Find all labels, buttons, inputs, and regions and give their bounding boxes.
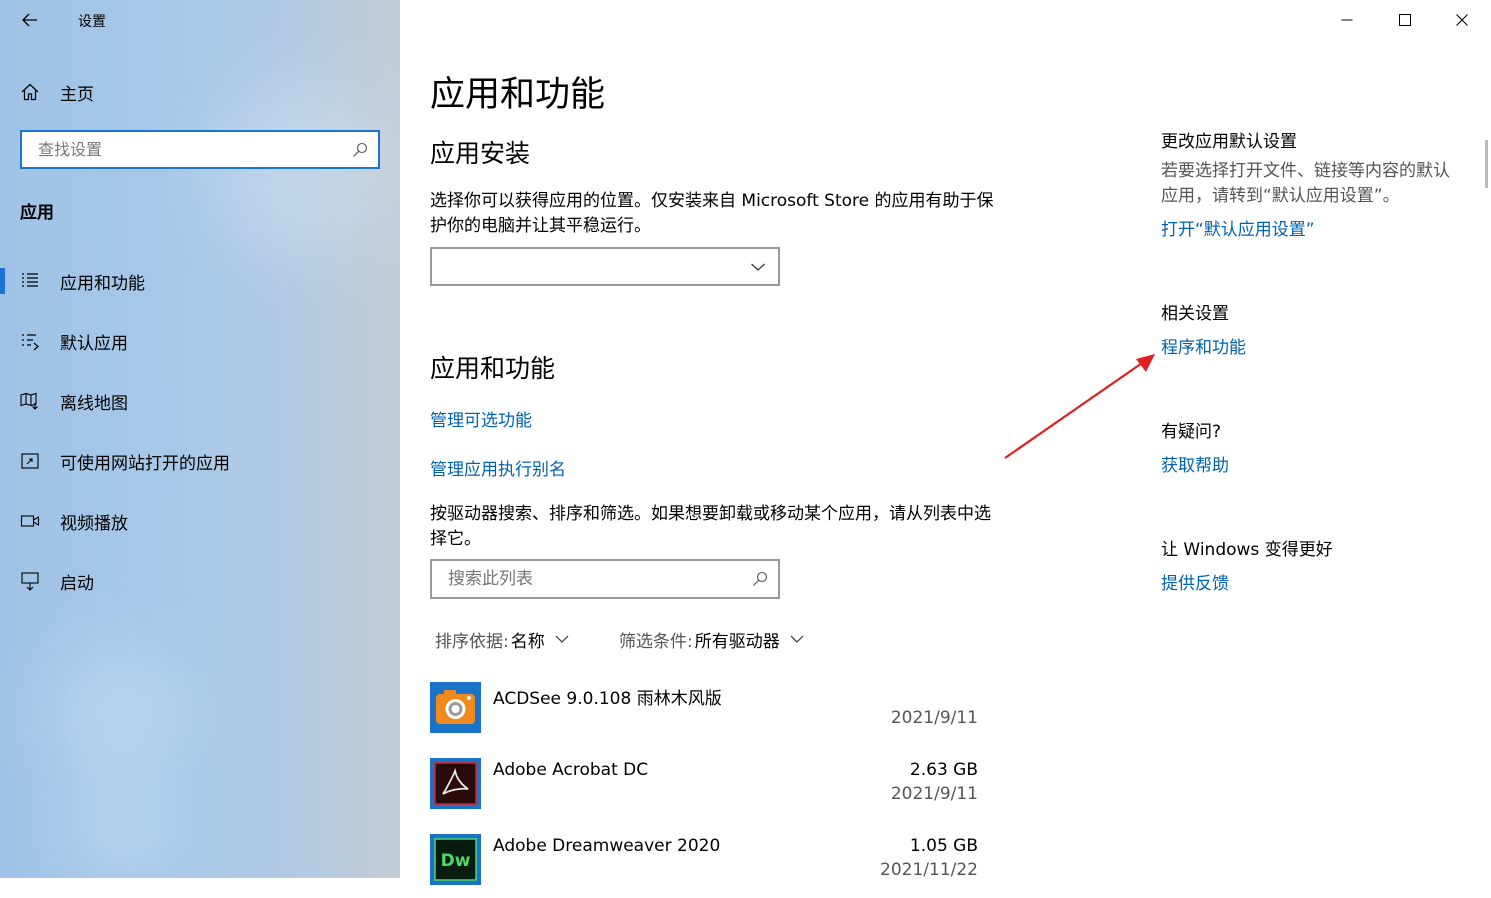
install-heading: 应用安装 [430,139,531,168]
sidebar-item-label: 可使用网站打开的应用 [60,453,230,474]
filter-label: 筛选条件: [619,631,693,652]
acdsee-icon [430,682,481,733]
app-date: 2021/11/22 [880,860,978,880]
minimize-icon [1341,19,1353,21]
sort-dropdown[interactable]: 排序依据: 名称 [435,626,569,652]
app-list-item[interactable]: ACDSee 9.0.108 雨林木风版 2021/9/11 [430,682,980,746]
search-icon[interactable] [752,571,768,587]
maximize-icon [1399,14,1411,26]
open-default-apps-link[interactable]: 打开“默认应用设置” [1161,215,1315,240]
install-description: 选择你可以获得应用的位置。仅安装来自 Microsoft Store 的应用有助… [430,191,994,236]
give-feedback-link[interactable]: 提供反馈 [1161,569,1229,594]
chevron-down-icon [555,635,569,643]
sidebar-item-default-apps[interactable]: 默认应用 [0,311,400,371]
app-list-search-box [430,559,780,599]
feedback-heading: 让 Windows 变得更好 [1161,540,1333,560]
install-source-dropdown[interactable] [430,247,780,286]
web-app-icon [20,451,40,471]
list-description: 按驱动器搜索、排序和筛选。如果想要卸载或移动某个应用，请从列表中选择它。 [430,504,991,549]
default-apps-description: 若要选择打开文件、链接等内容的默认应用，请转到“默认应用设置”。 [1161,161,1450,206]
back-arrow-icon [22,13,37,27]
app-list-item[interactable]: Adobe Acrobat DC 2.63 GB 2021/9/11 [430,758,980,822]
app-title: 设置 [78,14,106,30]
home-label: 主页 [60,84,94,105]
app-date: 2021/9/11 [890,784,978,804]
settings-search-box [20,130,380,169]
back-button[interactable] [18,8,42,32]
default-apps-icon [20,331,40,351]
close-icon [1456,14,1468,26]
app-list-search-input[interactable] [446,568,752,590]
apps-features-heading: 应用和功能 [430,354,556,383]
section-label: 应用 [20,203,54,223]
maximize-button[interactable] [1376,0,1434,40]
app-list-item[interactable]: Dw Adobe Dreamweaver 2020 1.05 GB 2021/1… [430,834,980,898]
video-icon [20,511,40,531]
list-icon [20,271,40,291]
sidebar-item-label: 离线地图 [60,393,128,414]
sidebar-item-video-playback[interactable]: 视频播放 [0,491,400,551]
manage-optional-features-link[interactable]: 管理可选功能 [430,406,532,431]
get-help-link[interactable]: 获取帮助 [1161,451,1229,476]
manage-app-aliases-link[interactable]: 管理应用执行别名 [430,455,566,480]
acrobat-icon [430,758,481,809]
filter-value: 所有驱动器 [694,631,780,652]
sidebar-item-apps-for-websites[interactable]: 可使用网站打开的应用 [0,431,400,491]
app-name: Adobe Dreamweaver 2020 [493,836,721,856]
title-bar: 设置 [0,0,400,40]
sidebar: 设置 主页 应用 应用和功能 [0,0,400,878]
minimize-button[interactable] [1318,0,1376,40]
search-icon[interactable] [352,142,368,158]
sidebar-item-apps-features[interactable]: 应用和功能 [0,251,400,311]
app-name: Adobe Acrobat DC [493,760,649,780]
sidebar-item-label: 默认应用 [60,333,128,354]
dreamweaver-icon: Dw [430,834,481,885]
app-date: 2021/9/11 [890,708,978,728]
programs-features-link[interactable]: 程序和功能 [1161,333,1246,358]
chevron-down-icon [790,635,804,643]
sidebar-nav: 应用和功能 默认应用 离线地图 可使用网站打开的应用 视频播放 启动 [0,251,400,611]
chevron-down-icon [751,263,765,271]
sidebar-item-label: 应用和功能 [60,273,145,294]
default-apps-heading: 更改应用默认设置 [1161,132,1297,152]
annotation-arrow-icon [1004,354,1155,459]
settings-search-input[interactable] [36,139,352,160]
question-heading: 有疑问? [1161,422,1222,442]
sidebar-item-offline-maps[interactable]: 离线地图 [0,371,400,431]
filter-dropdown[interactable]: 筛选条件: 所有驱动器 [619,626,804,652]
app-size: 1.05 GB [909,836,978,856]
scrollbar[interactable] [1485,140,1488,188]
app-size: 2.63 GB [909,760,978,780]
svg-text:Dw: Dw [441,851,471,871]
map-icon [20,391,40,411]
sort-value: 名称 [510,631,545,652]
related-settings-heading: 相关设置 [1161,304,1229,324]
home-icon [21,83,39,101]
sidebar-item-label: 视频播放 [60,513,128,534]
sidebar-item-label: 启动 [60,573,94,594]
app-name: ACDSee 9.0.108 雨林木风版 [493,689,722,709]
startup-icon [20,571,40,591]
sort-label: 排序依据: [435,631,509,652]
sidebar-item-home[interactable]: 主页 [20,78,320,106]
sidebar-item-startup[interactable]: 启动 [0,551,400,611]
page-title: 应用和功能 [430,75,606,115]
close-button[interactable] [1433,0,1491,40]
